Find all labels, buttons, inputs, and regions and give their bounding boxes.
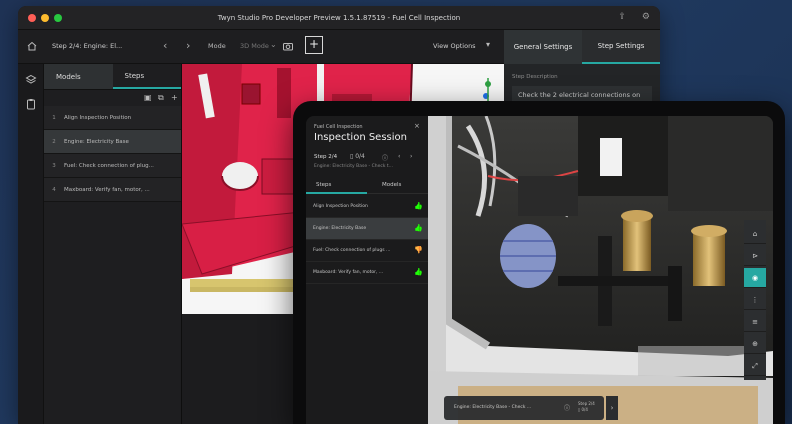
next-step-button[interactable]: › [186,39,190,52]
ipad-device: Fuel Cell Inspection × Inspection Sessio… [293,101,785,424]
steps-toolbar: ▣ ⧉ + [44,90,181,106]
close-icon[interactable]: × [414,122,420,130]
step-number: 3 [52,162,56,169]
more-icon[interactable]: ⋮ [744,290,766,310]
info-icon[interactable]: ⓘ [382,153,388,162]
bottom-doc-count: ▯ 0/4 [578,407,588,412]
step-number: 2 [52,138,56,145]
prev-icon[interactable]: ‹ [398,153,400,160]
tab-steps[interactable]: Steps [112,64,181,89]
thumbs-up-icon[interactable]: 👍 [414,224,423,232]
window-controls [28,14,62,22]
tab-general-settings[interactable]: General Settings [504,30,582,64]
steps-panel: Models Steps ▣ ⧉ + 1 Align Inspection Pos… [44,64,182,424]
step-label: Maxboard: Verify fan, motor, ... [64,186,150,193]
add-step-button[interactable]: + [305,36,323,54]
zoom-icon[interactable]: ⊕ [744,334,766,354]
step-counter: Step 2/4 [314,154,338,160]
current-step-text: Engine: Electricity Base - Check ... [454,405,532,410]
home-icon[interactable]: ⌂ [744,224,766,244]
active-tab-indicator [306,192,367,194]
step-number: 1 [52,114,56,121]
left-rail [18,64,44,424]
step-description-label: Step Description [512,74,558,80]
list-icon[interactable]: ≡ [744,312,766,332]
ipad-step-bar[interactable]: Engine: Electricity Base - Check ... ⓘ S… [444,396,604,420]
step-row[interactable]: 2 Engine: Electricity Base [44,130,181,154]
duplicate-icon[interactable]: ▣ [144,93,152,102]
ipad-step-row[interactable]: Fuel: Check connection of plugs ... 👎 [306,240,428,262]
ipad-tabs: Steps Models [306,178,428,194]
step-label: Fuel: Check connection of plug... [64,162,154,169]
share-icon[interactable]: ⇪ [618,12,626,23]
thumbs-up-icon[interactable]: 👍 [414,202,423,210]
minimize-window-button[interactable] [41,14,49,22]
home-icon[interactable] [26,40,38,52]
expand-icon[interactable]: ⤢ [744,356,766,376]
thumbs-down-icon[interactable]: 👎 [414,246,423,254]
close-window-button[interactable] [28,14,36,22]
tab-step-settings[interactable]: Step Settings [582,30,660,64]
step-subtitle: Engine: Electricity Base - Check t... [314,164,393,169]
tab-models[interactable]: Models [382,182,401,188]
tab-steps[interactable]: Steps [316,182,331,188]
step-label: Align Inspection Position [64,114,132,121]
prev-step-button[interactable]: ‹ [163,39,167,52]
window-title: Twyn Studio Pro Developer Preview 1.5.1.… [217,13,461,22]
add-icon[interactable]: + [171,93,178,102]
ipad-step-label: Align Inspection Position [313,204,368,209]
layers-icon[interactable] [25,74,37,86]
ar-camera-view[interactable] [428,116,773,424]
engine-photo [428,116,773,424]
target-icon[interactable]: ◉ [744,268,766,288]
ipad-screen: Fuel Cell Inspection × Inspection Sessio… [306,116,773,424]
ar-tools-rail: ⌂ ⊳ ◉ ⋮ ≡ ⊕ ⤢ [744,220,766,380]
main-toolbar: Step 2/4: Engine: El... ‹ › Mode 3D Mode… [18,30,660,64]
document-count: ▯ 0/4 [350,153,365,160]
info-icon[interactable]: ⓘ [564,403,570,412]
ipad-step-row[interactable]: Maxboard: Verify fan, motor, ... 👍 [306,262,428,284]
tab-models[interactable]: Models [44,64,113,89]
ipad-step-label: Engine: Electricity Base [313,226,367,231]
mode-label: Mode [208,42,226,50]
thumbs-up-icon[interactable]: 👍 [414,268,423,276]
bottom-step-counter: Step 2/4 ▯ 0/4 [578,401,595,413]
step-row[interactable]: 1 Align Inspection Position [44,106,181,130]
next-step-button[interactable]: › [606,396,618,420]
settings-icon[interactable]: ⚙ [642,12,650,23]
project-name: Fuel Cell Inspection [314,124,363,130]
mode-select[interactable]: 3D Mode [240,42,269,50]
step-row[interactable]: 3 Fuel: Check connection of plug... [44,154,181,178]
view-options-menu[interactable]: View Options [433,42,476,50]
ipad-session-panel: Fuel Cell Inspection × Inspection Sessio… [306,116,428,424]
clipboard-icon[interactable] [25,98,37,110]
chevron-down-icon[interactable]: ⌄ [270,40,277,49]
session-title: Inspection Session [314,132,407,143]
caret-down-icon[interactable]: ▾ [486,40,490,49]
step-select[interactable]: Step 2/4: Engine: El... [52,42,122,50]
ipad-step-row[interactable]: Align Inspection Position 👍 [306,196,428,218]
step-row[interactable]: 4 Maxboard: Verify fan, motor, ... [44,178,181,202]
play-icon[interactable]: ⊳ [744,246,766,266]
copy-icon[interactable]: ⧉ [158,93,164,103]
step-label: Engine: Electricity Base [64,138,129,145]
next-icon[interactable]: › [410,153,412,160]
camera-icon[interactable] [282,40,294,52]
maximize-window-button[interactable] [54,14,62,22]
ipad-step-label: Maxboard: Verify fan, motor, ... [313,270,384,275]
ipad-step-label: Fuel: Check connection of plugs ... [313,248,391,253]
title-bar: Twyn Studio Pro Developer Preview 1.5.1.… [18,6,660,30]
step-number: 4 [52,186,56,193]
ipad-step-row[interactable]: Engine: Electricity Base 👍 [306,218,428,240]
